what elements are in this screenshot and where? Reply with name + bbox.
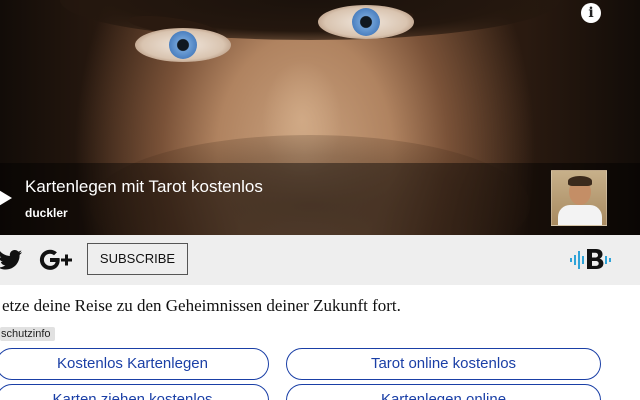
link-karten-ziehen-kostenlos[interactable]: Karten ziehen kostenlos	[0, 384, 269, 400]
play-icon[interactable]	[0, 189, 12, 207]
twitter-icon[interactable]	[0, 250, 23, 270]
google-plus-icon[interactable]	[39, 248, 73, 272]
link-kostenlos-kartenlegen[interactable]: Kostenlos Kartenlegen	[0, 348, 269, 380]
link-kartenlegen-online[interactable]: Kartenlegen online	[286, 384, 601, 400]
bitchute-style-logo-icon[interactable]	[570, 247, 614, 273]
thumbnail-right-eye	[318, 5, 414, 39]
privacy-info-tag[interactable]: schutzinfo	[0, 327, 55, 341]
thumbnail-left-iris	[169, 31, 197, 59]
avatar-shirt	[558, 205, 602, 225]
channel-avatar[interactable]	[551, 170, 607, 226]
video-title-overlay	[0, 163, 640, 235]
info-icon[interactable]: i	[581, 3, 601, 23]
thumbnail-right-iris	[352, 8, 380, 36]
subscribe-button[interactable]: SUBSCRIBE	[87, 243, 188, 275]
channel-name[interactable]: duckler	[25, 206, 68, 220]
video-title[interactable]: Kartenlegen mit Tarot kostenlos	[25, 176, 263, 198]
intro-text: etze deine Reise zu den Geheimnissen dei…	[2, 296, 401, 315]
thumbnail-left-eye	[135, 28, 231, 62]
avatar-hair	[568, 176, 592, 186]
link-tarot-online-kostenlos[interactable]: Tarot online kostenlos	[286, 348, 601, 380]
